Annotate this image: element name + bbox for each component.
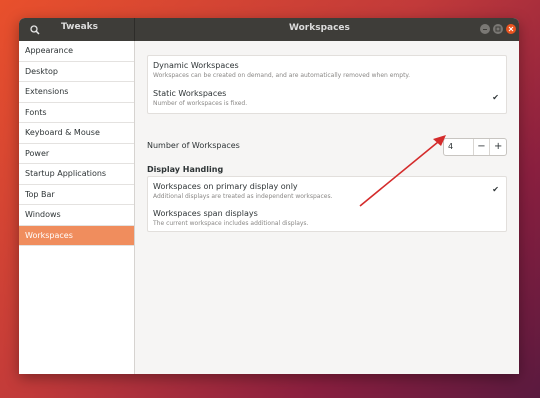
sidebar-item-fonts[interactable]: Fonts: [19, 103, 134, 123]
title-bar: Tweaks Workspaces: [19, 18, 519, 41]
workspaces-count-value[interactable]: 4: [444, 139, 473, 155]
sidebar-item-startup-applications[interactable]: Startup Applications: [19, 164, 134, 185]
static-workspaces-subtitle: Number of workspaces is fixed.: [153, 100, 248, 107]
span-displays-subtitle: The current workspace includes additiona…: [153, 220, 309, 227]
dynamic-workspaces-row[interactable]: Dynamic Workspaces Workspaces can be cre…: [148, 56, 506, 84]
static-workspaces-title: Static Workspaces: [153, 89, 227, 98]
checkmark-icon: ✔: [492, 185, 499, 194]
sidebar-item-power[interactable]: Power: [19, 144, 134, 164]
sidebar-item-extensions[interactable]: Extensions: [19, 82, 134, 103]
workspace-mode-list: Dynamic Workspaces Workspaces can be cre…: [147, 55, 507, 114]
span-displays-row[interactable]: Workspaces span displays The current wor…: [148, 204, 506, 231]
sidebar-item-keyboard-mouse[interactable]: Keyboard & Mouse: [19, 123, 134, 144]
static-workspaces-row[interactable]: Static Workspaces Number of workspaces i…: [148, 84, 506, 112]
maximize-button[interactable]: [493, 24, 503, 34]
maximize-icon: [495, 26, 501, 32]
sidebar-item-top-bar[interactable]: Top Bar: [19, 185, 134, 205]
minimize-button[interactable]: [480, 24, 490, 34]
display-handling-list: Workspaces on primary display only Addit…: [147, 176, 507, 232]
sidebar: Appearance Desktop Extensions Fonts Keyb…: [19, 41, 135, 374]
search-button[interactable]: [25, 20, 44, 39]
dynamic-workspaces-subtitle: Workspaces can be created on demand, and…: [153, 72, 411, 79]
close-button[interactable]: [506, 24, 516, 34]
dynamic-workspaces-title: Dynamic Workspaces: [153, 61, 239, 70]
workspaces-panel: Dynamic Workspaces Workspaces can be cre…: [135, 41, 519, 374]
span-displays-title: Workspaces span displays: [153, 209, 258, 218]
sidebar-item-desktop[interactable]: Desktop: [19, 62, 134, 82]
checkmark-icon: ✔: [492, 93, 499, 102]
tweaks-window: Tweaks Workspaces Appearance Desktop Ext…: [19, 18, 519, 374]
app-name: Tweaks: [61, 22, 98, 32]
display-handling-heading: Display Handling: [147, 165, 224, 174]
close-icon: [508, 26, 514, 32]
increment-button[interactable]: +: [489, 139, 506, 155]
sidebar-item-workspaces[interactable]: Workspaces: [19, 225, 134, 246]
titlebar-divider: [134, 18, 135, 41]
number-of-workspaces-row: Number of Workspaces 4 − +: [147, 137, 507, 159]
primary-display-only-title: Workspaces on primary display only: [153, 182, 298, 191]
search-icon: [29, 24, 40, 35]
number-of-workspaces-label: Number of Workspaces: [147, 141, 240, 150]
decrement-button[interactable]: −: [472, 139, 490, 155]
primary-display-only-subtitle: Additional displays are treated as indep…: [153, 193, 333, 200]
sidebar-item-appearance[interactable]: Appearance: [19, 41, 134, 62]
workspaces-count-spinbutton[interactable]: 4 − +: [443, 138, 507, 156]
primary-display-only-row[interactable]: Workspaces on primary display only Addit…: [148, 177, 506, 204]
sidebar-item-windows[interactable]: Windows: [19, 205, 134, 226]
window-title: Workspaces: [289, 23, 350, 33]
minimize-icon: [483, 29, 487, 30]
